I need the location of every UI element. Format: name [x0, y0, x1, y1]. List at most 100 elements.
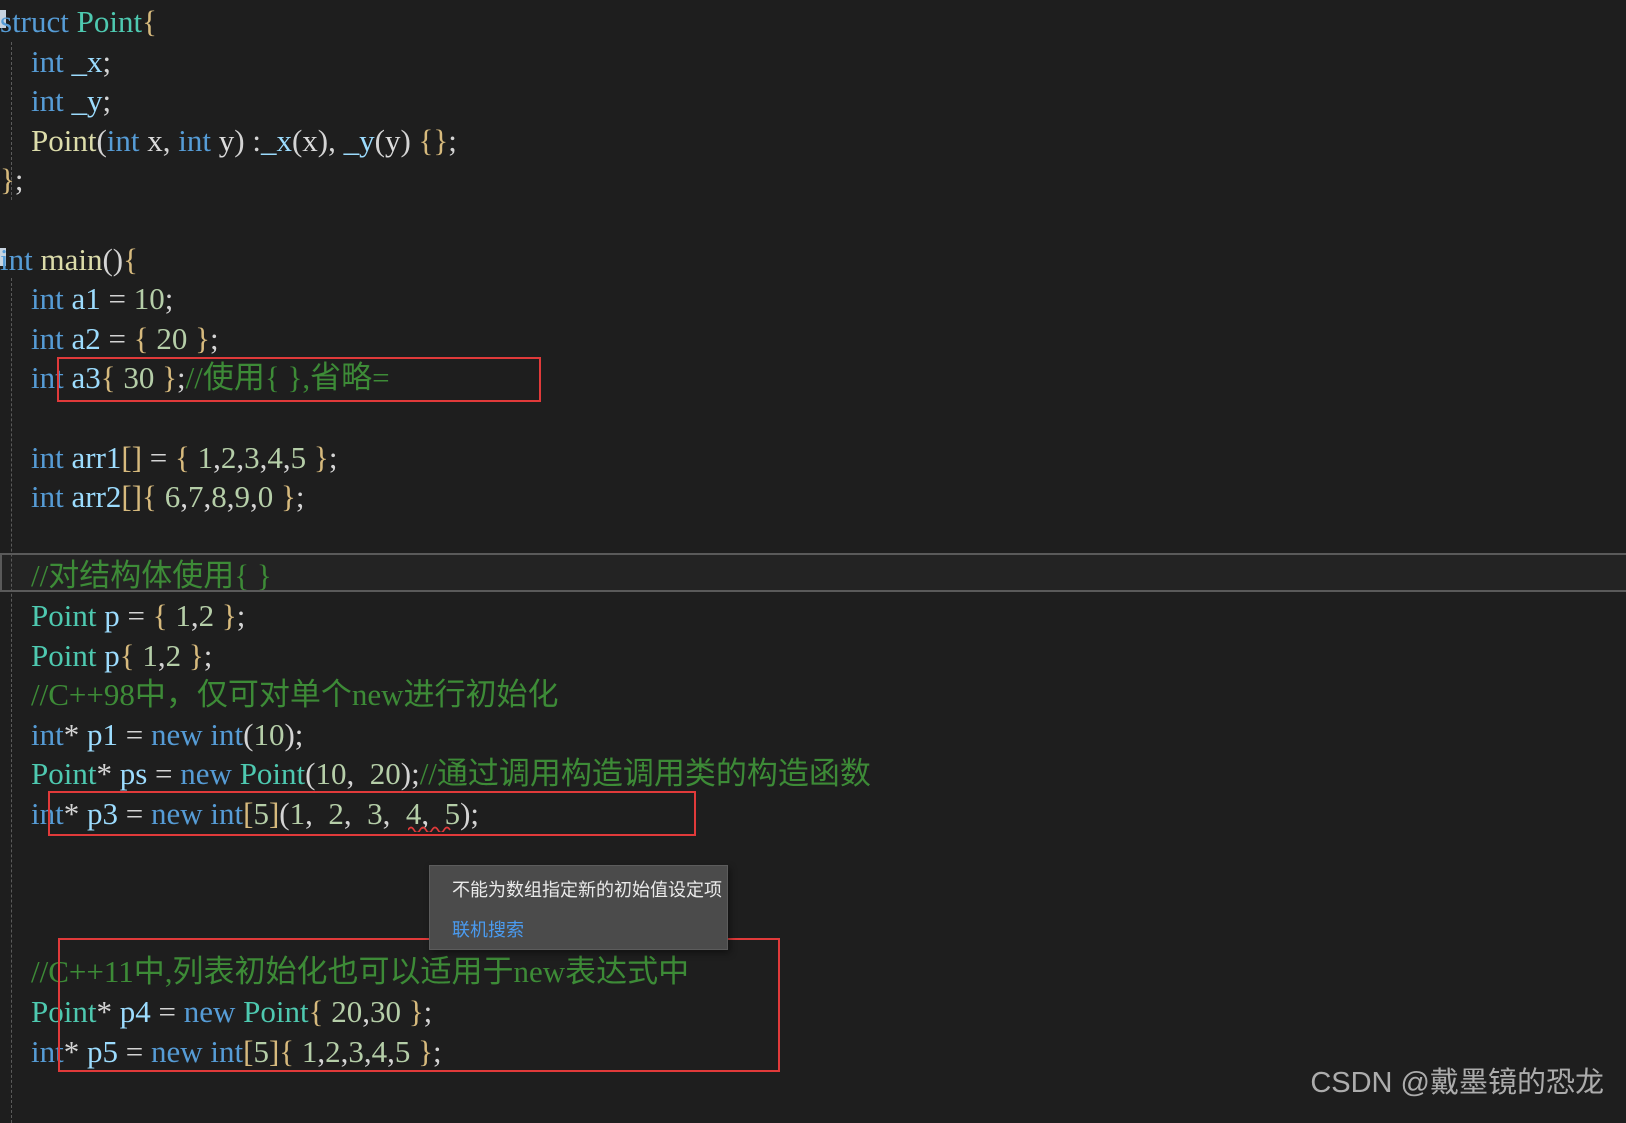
code-line-11[interactable]	[0, 398, 1626, 438]
code-token: 20	[361, 756, 401, 792]
code-editor-screenshot: struct Point{ int _x; int _y; Point(int …	[0, 0, 1626, 1123]
code-token: 20	[156, 320, 188, 356]
code-line-content: Point(int x, int y) :_x(x), _y(y) {};	[0, 123, 457, 158]
code-token: a3	[71, 360, 101, 396]
code-token: 2	[325, 1033, 341, 1069]
code-token: 30	[123, 360, 155, 396]
code-token: ,	[305, 796, 321, 831]
code-line-16[interactable]: Point p = { 1,2 };	[0, 596, 1626, 636]
code-line-9[interactable]: int a2 = { 20 };	[0, 319, 1626, 359]
code-token: int	[178, 122, 212, 158]
code-line-8[interactable]: int a1 = 10;	[0, 279, 1626, 319]
code-line-1[interactable]: struct Point{	[0, 2, 1626, 42]
code-token: ,	[213, 439, 221, 475]
code-text-area[interactable]: struct Point{ int _x; int _y; Point(int …	[0, 0, 1626, 1123]
code-token: int	[31, 1033, 64, 1069]
code-line-23[interactable]	[0, 873, 1626, 913]
code-line-14[interactable]	[0, 517, 1626, 557]
code-line-3[interactable]: int _y;	[0, 81, 1626, 121]
code-token: 5	[290, 439, 307, 475]
code-token: new	[150, 796, 203, 831]
code-token: []	[121, 479, 143, 515]
code-token: ,	[387, 1033, 395, 1069]
code-token: ,	[180, 479, 188, 515]
code-token: =	[150, 994, 184, 1029]
code-line-15[interactable]: //对结构体使用{ }	[0, 556, 1626, 596]
code-token: 1	[289, 796, 306, 831]
code-token: ,	[236, 439, 245, 475]
code-line-2[interactable]: int _x;	[0, 42, 1626, 82]
code-token: ;	[411, 756, 420, 792]
code-line-content: Point* ps = new Point(10, 20);//通过调用构造调用…	[0, 756, 871, 791]
code-token: 3	[348, 1033, 364, 1069]
code-line-20[interactable]: Point* ps = new Point(10, 20);//通过调用构造调用…	[0, 754, 1626, 794]
code-token: ;	[294, 716, 304, 752]
code-line-13[interactable]: int arr2[]{ 6,7,8,9,0 };	[0, 477, 1626, 517]
code-line-5[interactable]: };	[0, 160, 1626, 200]
code-token: new	[183, 994, 236, 1029]
error-squiggle	[408, 825, 454, 832]
code-token: 8	[211, 479, 227, 515]
code-token: int	[31, 716, 64, 752]
code-token: {	[308, 994, 324, 1029]
code-token: {	[175, 439, 190, 475]
code-line-25[interactable]: //C++11中,列表初始化也可以适用于new表达式中	[0, 952, 1626, 992]
code-line-6[interactable]	[0, 200, 1626, 240]
code-token: new	[150, 716, 203, 752]
code-line-10[interactable]: int a3{ 30 };//使用{ },省略=	[0, 358, 1626, 398]
code-line-26[interactable]: Point* p4 = new Point{ 20,30 };	[0, 992, 1626, 1032]
code-token: *	[63, 796, 87, 831]
code-line-content: int arr1[] = { 1,2,3,4,5 };	[0, 440, 337, 475]
code-token: 4	[267, 439, 283, 475]
code-line-content: struct Point{	[0, 4, 157, 39]
code-token: ;	[177, 360, 186, 396]
code-line-17[interactable]: Point p{ 1,2 };	[0, 636, 1626, 676]
code-token: y	[218, 122, 235, 158]
code-token: ,	[190, 598, 199, 633]
code-token: 7	[187, 479, 204, 515]
code-line-content: //C++98中，仅可对单个new进行初始化	[0, 677, 559, 712]
code-token: 5	[253, 796, 269, 831]
code-token: =	[117, 796, 151, 831]
code-line-24[interactable]	[0, 913, 1626, 953]
code-line-4[interactable]: Point(int x, int y) :_x(x), _y(y) {};	[0, 121, 1626, 161]
code-token: )	[284, 716, 295, 752]
code-line-content: int a1 = 10;	[0, 281, 173, 316]
code-token: (	[279, 796, 290, 831]
code-line-content: int* p5 = new int[5]{ 1,2,3,4,5 };	[0, 1034, 442, 1069]
code-token: p4	[119, 994, 151, 1029]
code-line-7[interactable]: int main(){	[0, 240, 1626, 280]
code-token: a1	[71, 281, 101, 317]
code-token: 10	[133, 281, 165, 317]
code-line-21[interactable]: int* p3 = new int[5](1, 2, 3, 4, 5);	[0, 794, 1626, 834]
code-token: ps	[119, 756, 148, 792]
code-line-19[interactable]: int* p1 = new int(10);	[0, 715, 1626, 755]
code-token: ,	[317, 1033, 326, 1069]
code-token: [	[243, 1033, 254, 1069]
code-token: ]	[268, 1033, 280, 1069]
code-token: (	[243, 716, 254, 752]
code-token: ,	[249, 479, 258, 515]
code-token: }	[0, 162, 15, 198]
code-line-18[interactable]: //C++98中，仅可对单个new进行初始化	[0, 675, 1626, 715]
code-token: ()	[102, 241, 124, 277]
code-line-22[interactable]	[0, 834, 1626, 874]
online-search-link[interactable]: 联机搜索	[452, 916, 524, 942]
code-token: 2	[165, 637, 182, 673]
code-token: int	[31, 281, 64, 317]
code-token: }	[188, 637, 204, 673]
code-line-12[interactable]: int arr1[] = { 1,2,3,4,5 };	[0, 438, 1626, 478]
code-token: [	[243, 796, 254, 831]
code-token: 5	[394, 1033, 411, 1069]
